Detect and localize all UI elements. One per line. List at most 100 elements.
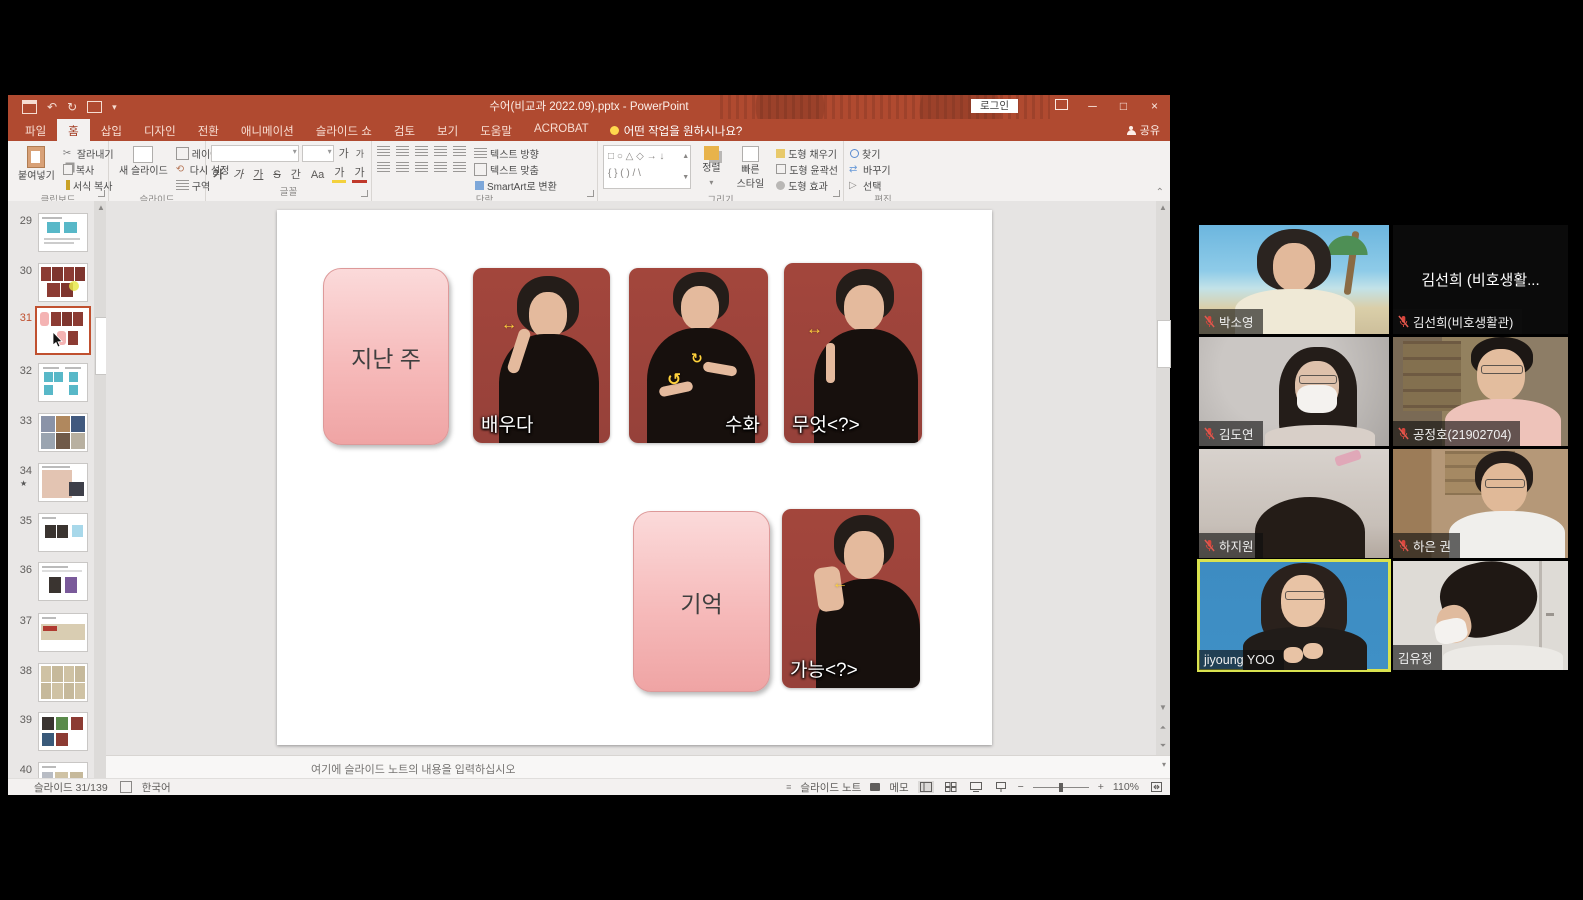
shape-effects-button[interactable]: 도형 효과 — [775, 178, 838, 192]
tab-insert[interactable]: 삽입 — [90, 119, 133, 141]
comments-toggle-button[interactable]: 메모 — [889, 780, 908, 795]
normal-view-button[interactable] — [918, 781, 934, 793]
notes-pane[interactable]: 여기에 슬라이드 노트의 내용을 입력하십시오 ▾ — [106, 755, 1170, 780]
thumbnail-slide-33[interactable]: 33 — [8, 413, 94, 457]
cut-button[interactable]: ✂잘라내기 — [63, 146, 114, 160]
notes-placeholder[interactable]: 여기에 슬라이드 노트의 내용을 입력하십시오 — [311, 761, 516, 777]
scroll-up-icon[interactable]: ▲ — [1156, 201, 1170, 215]
font-dialog-launcher-icon[interactable] — [361, 190, 368, 197]
copy-button[interactable]: 복사 — [63, 162, 114, 176]
find-button[interactable]: 찾기 — [849, 146, 891, 160]
language-indicator[interactable]: 한국어 — [142, 780, 171, 795]
font-color-button[interactable]: 가 — [352, 166, 366, 183]
notes-collapse-icon[interactable]: ▾ — [1162, 760, 1166, 769]
select-button[interactable]: ▷선택 — [849, 178, 891, 192]
zoom-slider[interactable] — [1033, 787, 1089, 788]
columns-icon[interactable] — [453, 162, 466, 173]
change-case-button[interactable]: Aa — [309, 168, 326, 182]
thumbnail-slide-39[interactable]: 39 — [8, 712, 94, 756]
zoom-out-button[interactable]: − — [1018, 781, 1024, 793]
thumbnail-slide-36[interactable]: 36 — [8, 562, 94, 606]
thumbnail-scrollbar[interactable]: ▲ — [94, 201, 106, 779]
slide-scrollbar-thumb[interactable] — [1157, 320, 1171, 368]
tab-animations[interactable]: 애니메이션 — [230, 119, 305, 141]
smartart-button[interactable]: SmartArt로 변환 — [474, 178, 557, 192]
tab-help[interactable]: 도움말 — [469, 119, 523, 141]
character-spacing-button[interactable]: 간 — [289, 168, 303, 182]
zoom-percentage[interactable]: 110% — [1113, 781, 1139, 793]
quick-styles-button[interactable]: 빠른스타일 — [732, 145, 770, 191]
align-right-icon[interactable] — [415, 162, 428, 173]
minimize-button[interactable]: ─ — [1077, 95, 1108, 119]
fit-slide-to-window-icon[interactable] — [1148, 781, 1164, 793]
zoom-slider-thumb[interactable] — [1059, 783, 1063, 792]
notes-toggle-button[interactable]: 슬라이드 노트 — [800, 780, 861, 795]
font-name-combobox[interactable] — [211, 145, 299, 162]
shapes-gallery[interactable]: □ ○ △ ◇ → ↓ { } ( ) / \ ▲ ▼ — [603, 145, 691, 189]
video-tile-participant-0[interactable]: 박소영 — [1199, 225, 1389, 334]
arrange-button[interactable]: 정렬▾ — [697, 145, 725, 189]
new-slide-button[interactable]: 새 슬라이드 — [114, 145, 173, 178]
video-tile-participant-2[interactable]: 김도연 — [1199, 337, 1389, 446]
text-direction-button[interactable]: 텍스트 방향 — [474, 146, 557, 160]
paragraph-dialog-launcher-icon[interactable] — [587, 190, 594, 197]
thumbnail-slide-30[interactable]: 30 — [8, 263, 94, 307]
close-button[interactable]: × — [1139, 95, 1170, 119]
line-spacing-icon[interactable] — [453, 146, 466, 157]
ribbon-display-options-icon[interactable] — [1046, 95, 1077, 119]
drawing-dialog-launcher-icon[interactable] — [833, 190, 840, 197]
tell-me-box[interactable]: 어떤 작업을 원하시나요? — [600, 119, 753, 141]
gallery-down-icon[interactable]: ▼ — [682, 169, 689, 186]
align-center-icon[interactable] — [396, 162, 409, 173]
tab-file[interactable]: 파일 — [14, 119, 57, 141]
scroll-down-icon[interactable]: ▼ — [1156, 701, 1170, 715]
increase-indent-icon[interactable] — [434, 146, 447, 157]
proofing-icon[interactable] — [120, 781, 132, 793]
slide-photo-learn[interactable]: ↔ 배우다 — [473, 268, 610, 443]
undo-icon[interactable]: ↶ — [47, 100, 57, 114]
font-size-combobox[interactable] — [302, 145, 334, 162]
strikethrough-button[interactable]: S — [271, 168, 282, 182]
tab-slideshow[interactable]: 슬라이드 쇼 — [305, 119, 383, 141]
tab-review[interactable]: 검토 — [383, 119, 426, 141]
italic-button[interactable]: 가 — [231, 168, 245, 182]
slide-canvas[interactable]: 지난 주 ↔ 배우다 — [277, 210, 992, 745]
tab-home[interactable]: 홈 — [57, 119, 90, 141]
video-tile-participant-4[interactable]: 하지원 — [1199, 449, 1389, 558]
align-text-button[interactable]: 텍스트 맞춤 — [474, 162, 557, 176]
shape-fill-button[interactable]: 도형 채우기 — [775, 146, 838, 160]
slideshow-view-button[interactable] — [993, 781, 1009, 793]
paste-button[interactable]: 붙여넣기 — [13, 145, 60, 183]
reading-view-button[interactable] — [968, 781, 984, 793]
tab-transitions[interactable]: 전환 — [187, 119, 230, 141]
thumbnail-slide-38[interactable]: 38 — [8, 663, 94, 707]
video-tile-participant-3[interactable]: 공정호(21902704) — [1393, 337, 1568, 446]
save-icon[interactable] — [22, 100, 37, 114]
video-tile-participant-5[interactable]: 하은 권 — [1393, 449, 1568, 558]
video-tile-participant-6-active-speaker[interactable]: jiyoung YOO — [1199, 561, 1389, 670]
slide-photo-what[interactable]: ↔ 무엇<?> — [784, 263, 922, 443]
start-slideshow-icon[interactable] — [87, 101, 102, 113]
tab-view[interactable]: 보기 — [426, 119, 469, 141]
slide-photo-sign-language[interactable]: ↺ ↻ 수화 — [629, 268, 768, 443]
numbering-icon[interactable] — [396, 146, 409, 157]
video-tile-participant-7[interactable]: 김유정 — [1393, 561, 1568, 670]
slide-sorter-view-button[interactable] — [943, 781, 959, 793]
replace-button[interactable]: ⇄바꾸기 — [849, 162, 891, 176]
bold-button[interactable]: 가 — [211, 168, 225, 182]
login-button[interactable]: 로그인 — [971, 99, 1018, 113]
thumbnail-slide-35[interactable]: 35 — [8, 513, 94, 557]
thumbnail-slide-31-selected[interactable]: 31 — [8, 310, 94, 360]
slide-shape-last-week[interactable]: 지난 주 — [323, 268, 449, 445]
share-button[interactable]: 공유 — [1127, 122, 1160, 138]
thumbnail-slide-29[interactable]: 29 — [8, 213, 94, 257]
thumbnail-slide-37[interactable]: 37 — [8, 613, 94, 657]
align-left-icon[interactable] — [377, 162, 390, 173]
grow-font-button[interactable]: 가 — [337, 147, 351, 161]
previous-slide-icon[interactable]: ⏶ — [1156, 721, 1170, 735]
customize-toolbar-icon[interactable]: ▾ — [112, 102, 117, 113]
slide-scrollbar[interactable]: ▲ ▼ ⏶ ⏷ — [1156, 201, 1170, 755]
thumbnail-slide-32[interactable]: 32 — [8, 363, 94, 407]
gallery-up-icon[interactable]: ▲ — [682, 148, 689, 165]
tab-acrobat[interactable]: ACROBAT — [523, 119, 600, 141]
